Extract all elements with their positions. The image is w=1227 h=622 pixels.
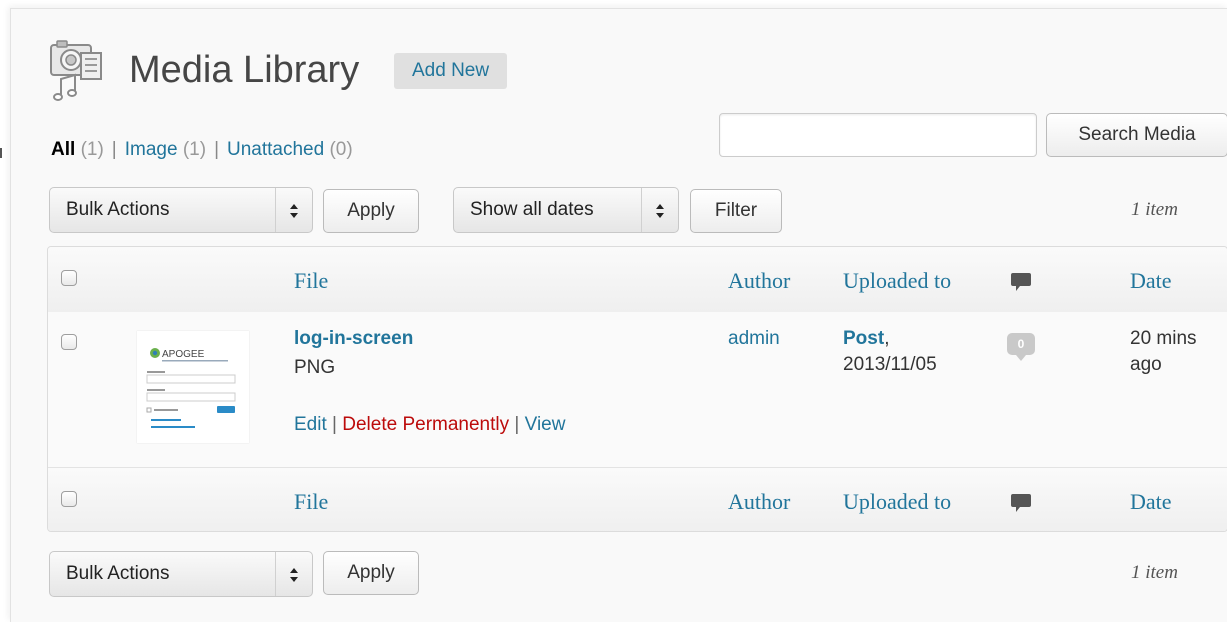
row-actions: Edit | Delete Permanently | View — [294, 412, 565, 438]
add-new-button[interactable]: Add New — [394, 53, 508, 89]
edit-link[interactable]: Edit — [294, 414, 327, 435]
column-date-footer[interactable]: Date — [1130, 488, 1172, 516]
table-footer: File Author Uploaded to Date — [48, 467, 1227, 531]
filter-image-link[interactable]: Image — [125, 139, 178, 160]
bulk-actions-selected: Bulk Actions — [66, 199, 170, 220]
file-type: PNG — [294, 357, 336, 378]
edge-marker — [0, 148, 2, 158]
uploaded-date: 2013/11/05 — [843, 354, 937, 375]
column-uploaded-to[interactable]: Uploaded to — [843, 267, 951, 295]
action-separator: | — [332, 414, 337, 435]
table-row: APOGEE log-in-screen PNG Edit | Delete P… — [48, 312, 1227, 467]
items-count-bottom: 1 item — [1131, 562, 1178, 583]
media-thumbnail[interactable]: APOGEE — [137, 331, 249, 443]
view-link[interactable]: View — [525, 414, 566, 435]
media-table: File Author Uploaded to Date APOGEE log-… — [47, 246, 1227, 532]
select-all-checkbox-footer[interactable] — [61, 491, 77, 507]
select-arrows-icon — [641, 188, 678, 232]
row-checkbox[interactable] — [61, 334, 77, 350]
select-arrows-icon — [275, 552, 312, 596]
apply-button-top[interactable]: Apply — [323, 189, 419, 233]
author-link[interactable]: admin — [728, 326, 780, 352]
comments-column-icon[interactable] — [1010, 491, 1032, 515]
thumbnail-logo-text: APOGEE — [162, 349, 205, 360]
column-author: Author — [728, 268, 791, 293]
media-library-icon — [50, 40, 102, 101]
select-all-checkbox[interactable] — [61, 270, 77, 286]
page-title: Media Library — [129, 49, 360, 91]
column-date[interactable]: Date — [1130, 267, 1172, 295]
search-media-button[interactable]: Search Media — [1046, 113, 1227, 157]
bulk-actions-select-top[interactable]: Bulk Actions — [49, 187, 313, 233]
thumbnail-preview: APOGEE — [146, 348, 236, 428]
uploaded-comma: , — [884, 328, 890, 349]
column-file-footer[interactable]: File — [294, 488, 328, 516]
filter-all-link[interactable]: All — [51, 139, 75, 160]
filter-separator: | — [111, 139, 117, 160]
items-count-top: 1 item — [1131, 199, 1178, 220]
select-arrows-icon — [275, 188, 312, 232]
uploaded-to-cell: Post, 2013/11/05 — [843, 326, 937, 378]
filter-unattached-count: (0) — [329, 139, 353, 160]
filter-separator: | — [214, 139, 219, 160]
filter-all-count: (1) — [80, 139, 104, 160]
dates-filter-select[interactable]: Show all dates — [453, 187, 679, 233]
media-filter-links: All (1) | Image (1) | Unattached (0) — [51, 137, 353, 163]
delete-permanently-link[interactable]: Delete Permanently — [342, 414, 509, 435]
date-cell: 20 mins ago — [1130, 328, 1197, 375]
action-separator: | — [514, 414, 520, 435]
table-header: File Author Uploaded to Date — [48, 247, 1227, 313]
column-author-footer: Author — [728, 489, 791, 514]
filter-button[interactable]: Filter — [690, 189, 782, 233]
column-uploaded-to-footer[interactable]: Uploaded to — [843, 488, 951, 516]
dates-selected: Show all dates — [470, 199, 594, 220]
bulk-actions-select-bottom[interactable]: Bulk Actions — [49, 551, 313, 597]
filter-unattached-link[interactable]: Unattached — [227, 139, 324, 160]
file-name-link[interactable]: log-in-screen — [294, 326, 413, 352]
uploaded-post-link[interactable]: Post — [843, 328, 884, 349]
comments-column-icon[interactable] — [1010, 270, 1032, 294]
media-library-page: Media Library Add New All (1) | Image (1) |… — [10, 8, 1227, 622]
filter-image-count: (1) — [182, 139, 207, 160]
column-file[interactable]: File — [294, 267, 328, 295]
comment-count-bubble[interactable]: 0 — [1007, 333, 1035, 361]
bulk-actions-selected: Bulk Actions — [66, 563, 170, 584]
apply-button-bottom[interactable]: Apply — [323, 551, 419, 595]
search-input[interactable] — [719, 113, 1037, 157]
